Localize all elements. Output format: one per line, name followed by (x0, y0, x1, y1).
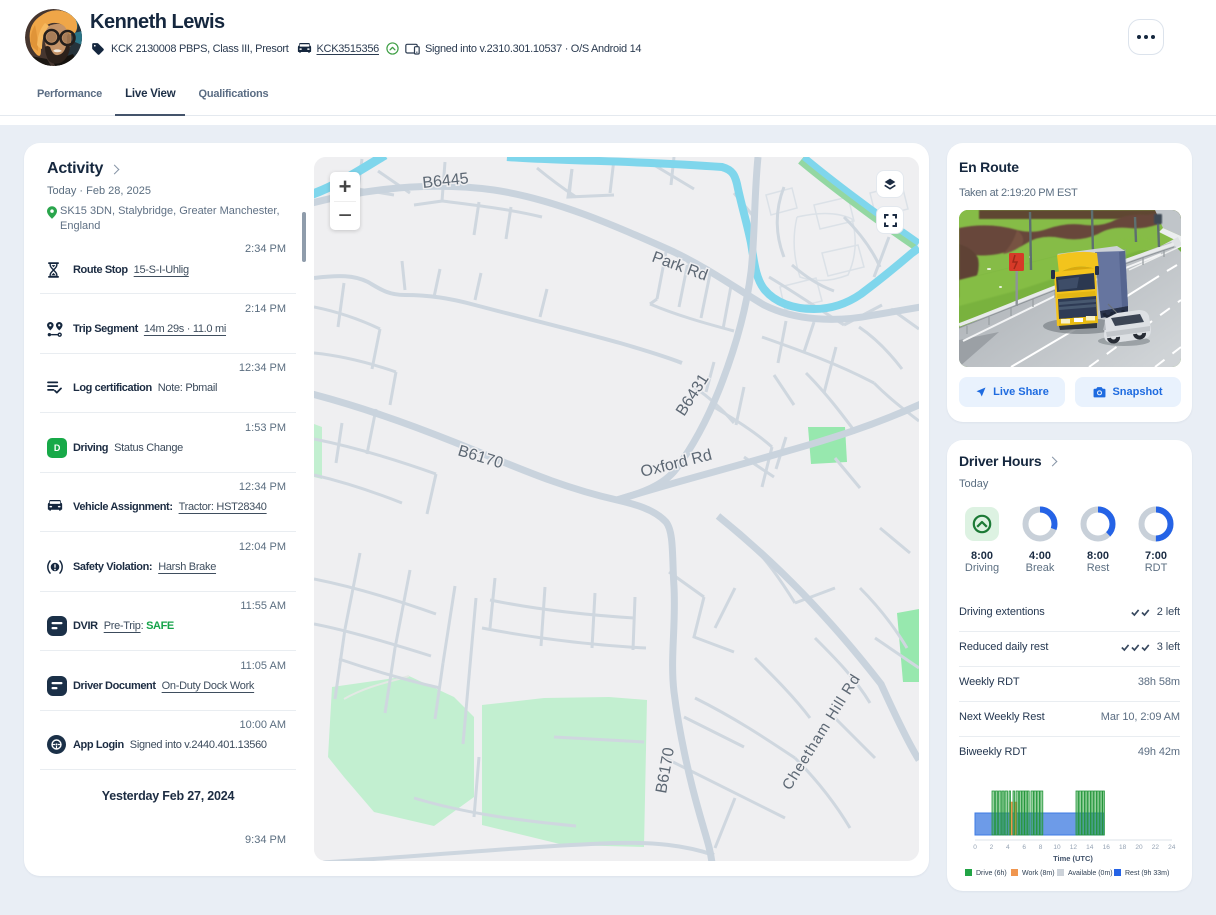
svg-text:10: 10 (1053, 844, 1061, 851)
svg-text:0: 0 (973, 844, 977, 851)
svg-text:12: 12 (1070, 844, 1078, 851)
svg-text:2: 2 (990, 844, 994, 851)
svg-text:22: 22 (1152, 844, 1160, 851)
svg-text:20: 20 (1135, 844, 1143, 851)
svg-text:Work (8m): Work (8m) (1022, 870, 1055, 877)
svg-text:18: 18 (1119, 844, 1127, 851)
svg-text:Rest (9h 33m): Rest (9h 33m) (1125, 870, 1169, 877)
svg-text:Time (UTC): Time (UTC) (1053, 854, 1093, 863)
svg-text:4: 4 (1006, 844, 1010, 851)
svg-text:Drive (6h): Drive (6h) (976, 870, 1007, 877)
svg-text:8: 8 (1039, 844, 1043, 851)
svg-text:6: 6 (1022, 844, 1026, 851)
svg-text:Available (0m): Available (0m) (1068, 870, 1113, 877)
svg-text:14: 14 (1086, 844, 1094, 851)
svg-text:16: 16 (1103, 844, 1111, 851)
svg-text:24: 24 (1168, 844, 1176, 851)
